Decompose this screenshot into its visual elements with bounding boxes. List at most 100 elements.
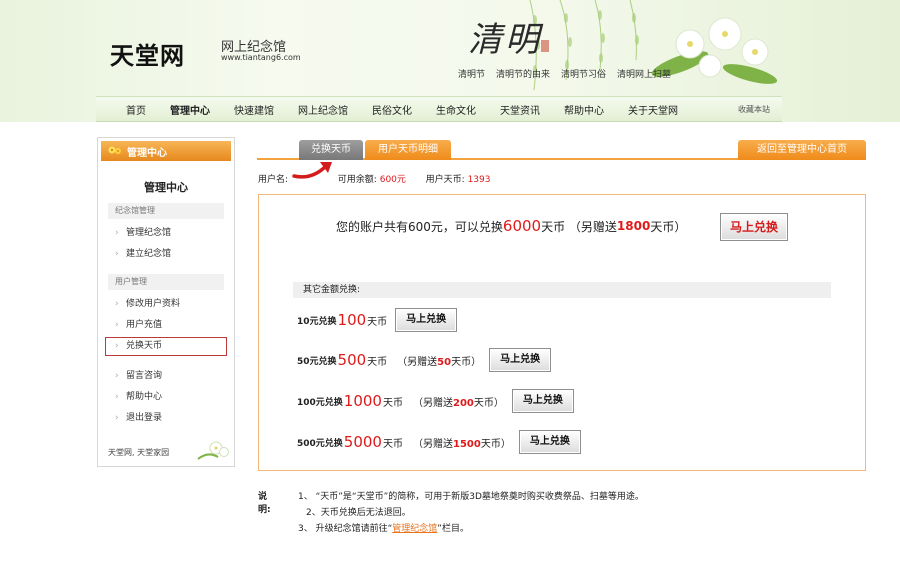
note-line-3-prefix: 3、 升级纪念馆请前往“ <box>298 524 393 534</box>
option-coins: 5000 <box>343 433 382 451</box>
option-unit: 天币 <box>382 397 403 409</box>
back-to-management-button[interactable]: 返回至管理中心首页 <box>738 140 866 160</box>
festival-links: 清明节 清明节的由来 清明节习俗 清明网上扫墓 <box>458 67 671 80</box>
seal-stamp-icon <box>541 40 549 52</box>
tab-coin-details[interactable]: 用户天币明细 <box>365 140 451 160</box>
sidebar-item-logout[interactable]: › 退出登录 <box>106 408 226 429</box>
option-amount: 100元兑换 <box>297 397 343 408</box>
option-bonus: 50 <box>437 356 452 368</box>
sidebar-item-label: 退出登录 <box>126 413 163 423</box>
note-line-1: 1、 “天币”是“天堂币”的简称，可用于新版3D墓地祭奠时购买收费祭品、扫墓等用… <box>298 492 644 502</box>
sidebar-item-message[interactable]: › 留言咨询 <box>106 366 226 387</box>
sidebar-header-label: 管理中心 <box>127 147 167 159</box>
note-prefix: （另赠送 <box>412 438 453 450</box>
sidebar-group-user: 用户管理 <box>108 274 224 290</box>
sidebar-item-label: 修改用户资料 <box>126 299 181 309</box>
exchange-100-button[interactable]: 马上兑换 <box>511 389 574 413</box>
main-offer-text3: 天币） <box>650 219 687 234</box>
note-suffix: 天币） <box>451 356 482 368</box>
sidebar-item-label: 帮助中心 <box>126 392 163 402</box>
chevron-right-icon: › <box>115 371 119 381</box>
option-unit: 天币 <box>367 356 388 368</box>
username-label: 用户名: <box>258 175 289 185</box>
nav-help-center[interactable]: 帮助中心 <box>552 102 616 117</box>
nav-quick-build[interactable]: 快速建馆 <box>222 102 286 117</box>
option-coins: 500 <box>337 351 367 369</box>
chevron-right-icon: › <box>115 320 119 330</box>
note-prefix: （另赠送 <box>412 397 453 409</box>
festival-link-origin[interactable]: 清明节的由来 <box>496 67 550 80</box>
notes-heading: 说明: <box>258 492 271 515</box>
sidebar-item-edit-profile[interactable]: › 修改用户资料 <box>106 294 226 315</box>
nav-folk-culture[interactable]: 民俗文化 <box>360 102 424 117</box>
lily-flowers-decoration <box>651 17 778 84</box>
flower-icon <box>108 146 121 154</box>
site-header: 天堂网 网上纪念馆 www.tiantang6.com 清明 清明节 清明节的由… <box>0 0 900 122</box>
favorite-link[interactable]: 收藏本站 <box>738 104 770 115</box>
sidebar-item-label: 管理纪念馆 <box>126 228 172 238</box>
sidebar-footer: 天堂网, 天堂家园 <box>108 448 170 457</box>
festival-link-online-tomb-sweep[interactable]: 清明网上扫墓 <box>617 67 671 80</box>
option-amount: 10元兑换 <box>297 316 337 327</box>
user-info-bar: 用户名: 可用余额: 600元 用户天币: 1393 <box>258 172 490 185</box>
note-line-3-suffix: ”栏目。 <box>437 524 469 534</box>
sidebar-item-label: 留言咨询 <box>126 371 163 381</box>
option-unit: 天币 <box>367 316 388 328</box>
option-note: （另赠送1500天币） <box>413 435 511 450</box>
coins-label: 用户天币: <box>425 175 465 185</box>
lily-icon <box>197 441 229 460</box>
nav-management-center[interactable]: 管理中心 <box>158 102 222 117</box>
exchange-option-50: 50元兑换 500 天币 （另赠送50天币） 马上兑换 <box>297 348 552 372</box>
qingming-calligraphy: 清明 <box>468 20 542 60</box>
site-logo[interactable]: 天堂网 <box>110 36 185 71</box>
option-coins: 1000 <box>343 392 382 410</box>
chevron-right-icon: › <box>115 413 119 423</box>
sidebar-item-manage-memorial[interactable]: › 管理纪念馆 <box>106 223 226 244</box>
other-amounts-title: 其它金额兑换: <box>293 282 831 298</box>
balance-value: 600元 <box>379 175 406 185</box>
tab-bar: 兑换天币 用户天币明细 返回至管理中心首页 <box>257 140 866 160</box>
option-note: （另赠送200天币） <box>413 394 504 409</box>
sidebar-item-label: 建立纪念馆 <box>126 249 172 259</box>
option-coins: 100 <box>337 311 367 329</box>
exchange-option-500: 500元兑换 5000 天币 （另赠送1500天币） 马上兑换 <box>297 430 581 454</box>
chevron-right-icon: › <box>115 341 119 351</box>
sidebar-title: 管理中心 <box>144 181 188 194</box>
nav-home[interactable]: 首页 <box>96 102 158 117</box>
exchange-option-10: 10元兑换 100 天币 马上兑换 <box>297 308 458 332</box>
sidebar-item-help[interactable]: › 帮助中心 <box>106 387 226 408</box>
nav-life-culture[interactable]: 生命文化 <box>424 102 488 117</box>
main-offer-text2: 天币 （另赠送 <box>541 219 617 234</box>
exchange-10-button[interactable]: 马上兑换 <box>395 308 458 332</box>
exchange-panel: 您的账户共有600元，可以兑换 6000 天币 （另赠送 1800 天币） 马上… <box>258 194 866 471</box>
sidebar-group-memorial: 纪念馆管理 <box>108 203 224 219</box>
chevron-right-icon: › <box>115 249 119 259</box>
main-offer-text1: 您的账户共有600元，可以兑换 <box>336 219 503 234</box>
sidebar-header: 管理中心 <box>101 141 231 161</box>
site-url: www.tiantang6.com <box>221 53 301 62</box>
exchange-50-button[interactable]: 马上兑换 <box>489 348 552 372</box>
nav-about[interactable]: 关于天堂网 <box>616 102 690 117</box>
note-line-2: 2、天币兑换后无法退回。 <box>306 508 411 518</box>
note-prefix: （另赠送 <box>397 356 438 368</box>
nav-online-memorial[interactable]: 网上纪念馆 <box>286 102 360 117</box>
manage-memorial-link[interactable]: 管理纪念馆 <box>392 524 437 534</box>
sidebar-item-create-memorial[interactable]: › 建立纪念馆 <box>106 244 226 265</box>
main-offer-bonus: 1800 <box>616 219 651 233</box>
nav-news[interactable]: 天堂资讯 <box>488 102 552 117</box>
sidebar-item-recharge[interactable]: › 用户充值 <box>106 315 226 336</box>
sidebar-item-exchange-coins[interactable]: › 兑换天币 <box>105 337 227 356</box>
chevron-right-icon: › <box>115 392 119 402</box>
tab-exchange-coins[interactable]: 兑换天币 <box>299 140 363 160</box>
option-unit: 天币 <box>382 438 403 450</box>
exchange-all-button[interactable]: 马上兑换 <box>720 213 788 241</box>
main-offer-text: 您的账户共有600元，可以兑换 6000 天币 （另赠送 1800 天币） <box>336 217 686 235</box>
option-bonus: 1500 <box>452 438 481 450</box>
festival-link-customs[interactable]: 清明节习俗 <box>561 67 606 80</box>
sidebar-item-label: 兑换天币 <box>126 341 163 351</box>
exchange-500-button[interactable]: 马上兑换 <box>518 430 581 454</box>
chevron-right-icon: › <box>115 228 119 238</box>
festival-link-qingming[interactable]: 清明节 <box>458 67 485 80</box>
option-note: （另赠送50天币） <box>397 353 481 368</box>
note-suffix: 天币） <box>480 438 511 450</box>
